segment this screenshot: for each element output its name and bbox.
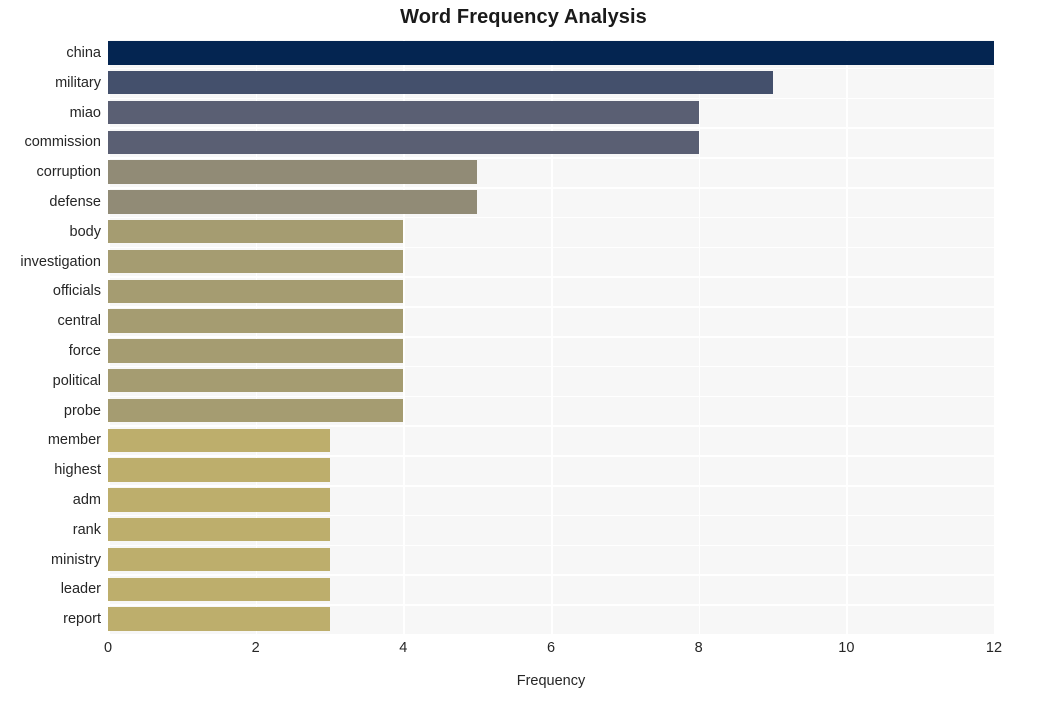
- bar-china: [108, 41, 994, 65]
- y-axis-label-body: body: [69, 223, 101, 240]
- plot-area: [108, 38, 994, 634]
- bar-member: [108, 428, 330, 452]
- y-axis-label-leader: leader: [60, 581, 101, 598]
- bar-central: [108, 309, 404, 333]
- y-axis-label-highest: highest: [54, 462, 101, 479]
- y-axis-labels: china military miao commission corruption def…: [0, 38, 101, 634]
- y-axis-label-corruption: corruption: [36, 164, 101, 181]
- word-frequency-chart: Word Frequency Analysis china military mia…: [0, 0, 1047, 701]
- x-axis-tick-10: 10: [838, 640, 855, 656]
- bar-military: [108, 71, 773, 95]
- y-axis-label-rank: rank: [72, 521, 101, 538]
- bar-commission: [108, 130, 699, 154]
- bar-body: [108, 220, 404, 244]
- y-axis-label-force: force: [68, 342, 101, 359]
- y-axis-label-report: report: [63, 611, 101, 628]
- y-axis-label-officials: officials: [52, 283, 101, 300]
- bar-officials: [108, 279, 404, 303]
- y-axis-label-central: central: [57, 313, 101, 330]
- bar-force: [108, 339, 404, 363]
- y-axis-label-china: china: [66, 44, 101, 61]
- y-axis-label-probe: probe: [63, 402, 101, 419]
- x-axis-tick-labels: 0 2 4 6 8 10 12: [104, 634, 1002, 660]
- y-axis-label-military: military: [55, 74, 101, 91]
- bar-highest: [108, 458, 330, 482]
- x-axis-title: Frequency: [516, 673, 586, 689]
- y-axis-label-political: political: [52, 372, 101, 389]
- bar-leader: [108, 577, 330, 601]
- bars-layer: [108, 38, 994, 634]
- y-axis-label-miao: miao: [69, 104, 101, 121]
- bar-miao: [108, 100, 699, 125]
- bar-rank: [108, 518, 330, 542]
- chart-title: Word Frequency Analysis: [400, 6, 647, 28]
- y-axis-label-adm: adm: [72, 491, 101, 508]
- y-axis-label-defense: defense: [49, 193, 101, 210]
- x-axis-tick-0: 0: [103, 640, 113, 656]
- bar-ministry: [108, 547, 330, 572]
- bar-corruption: [108, 160, 478, 184]
- bar-probe: [108, 398, 404, 423]
- y-axis-label-member: member: [47, 432, 101, 449]
- y-axis-label-investigation: investigation: [20, 253, 101, 270]
- x-axis-tick-4: 4: [399, 640, 408, 656]
- bar-adm: [108, 488, 330, 512]
- y-axis-label-commission: commission: [24, 134, 101, 151]
- bar-defense: [108, 190, 478, 214]
- x-axis-tick-12: 12: [985, 640, 1003, 656]
- bar-report: [108, 607, 330, 631]
- bar-political: [108, 369, 404, 393]
- x-axis-tick-8: 8: [694, 640, 703, 656]
- y-axis-label-ministry: ministry: [51, 551, 101, 568]
- x-axis-tick-6: 6: [546, 640, 556, 656]
- bar-investigation: [108, 249, 404, 274]
- x-axis-tick-2: 2: [251, 640, 260, 656]
